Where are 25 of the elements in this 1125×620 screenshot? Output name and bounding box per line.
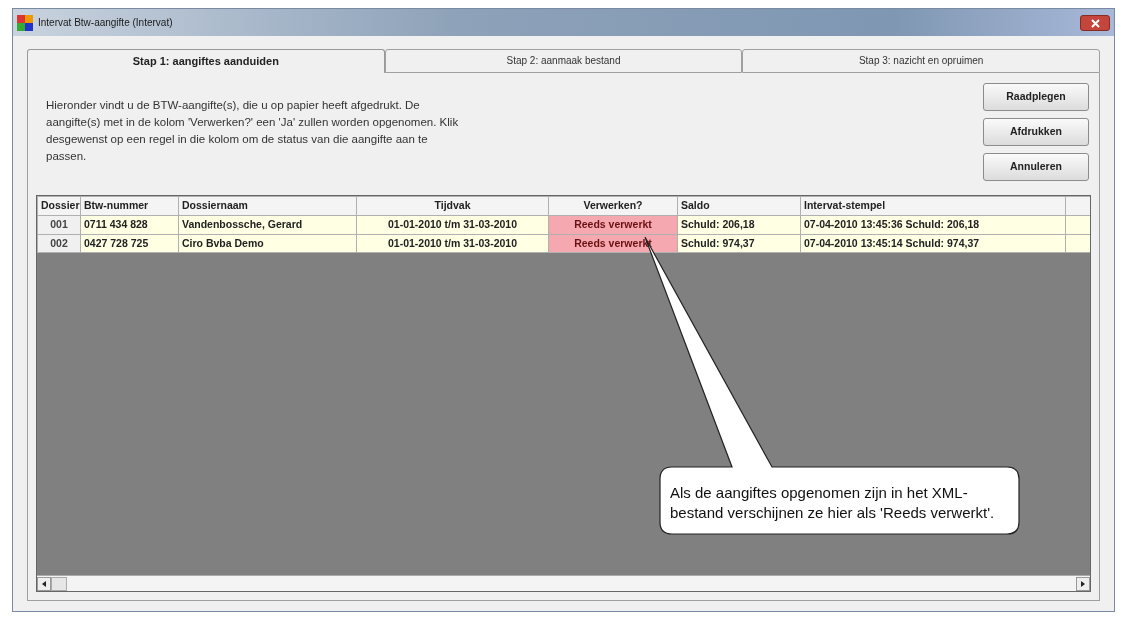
horizontal-scrollbar[interactable] xyxy=(37,575,1090,591)
column-header[interactable]: Tijdvak xyxy=(356,196,549,216)
right-arrow-icon xyxy=(1080,580,1086,587)
tab[interactable]: Stap 2: aanmaak bestand xyxy=(384,49,743,73)
column-header[interactable]: Verwerken? xyxy=(548,196,678,216)
close-button[interactable] xyxy=(1080,14,1110,31)
window-title: Intervat Btw-aangifte (Intervat) xyxy=(38,16,173,30)
column-header[interactable]: Saldo xyxy=(677,196,801,216)
callout-text: Als de aangiftes opgenomen zijn in het XML-bestand verschijnen ze hier als 'Reeds verwerkt'. xyxy=(670,483,996,523)
scroll-left-button[interactable] xyxy=(37,576,51,591)
app-icon xyxy=(17,14,33,31)
action-button[interactable]: Annuleren xyxy=(983,153,1089,181)
tab[interactable]: Stap 3: nazicht en opruimen xyxy=(742,49,1100,73)
tab[interactable]: Stap 1: aangiftes aanduiden xyxy=(27,49,385,73)
left-arrow-icon xyxy=(41,580,47,587)
action-button[interactable]: Raadplegen xyxy=(983,83,1089,111)
instruction-text: Hieronder vindt u de BTW-aangifte(s), die u op papier heeft afgedrukt. De aangifte(s) met in de kolom 'Verwerken?' een 'Ja' zullen worden opgenomen. Klik desgewenst op een regel in die kolom om de status van die aangifte aan te passen. xyxy=(46,98,460,164)
scroll-thumb[interactable] xyxy=(51,576,67,591)
column-header[interactable]: Dossiernaam xyxy=(178,196,357,216)
column-header[interactable]: Intervat-stempel xyxy=(800,196,1066,216)
column-header[interactable]: Dossier xyxy=(37,196,81,216)
close-icon xyxy=(1090,19,1100,29)
column-header[interactable]: Btw-nummer xyxy=(80,196,179,216)
action-button[interactable]: Afdrukken xyxy=(983,118,1089,146)
scroll-right-button[interactable] xyxy=(1076,576,1090,591)
